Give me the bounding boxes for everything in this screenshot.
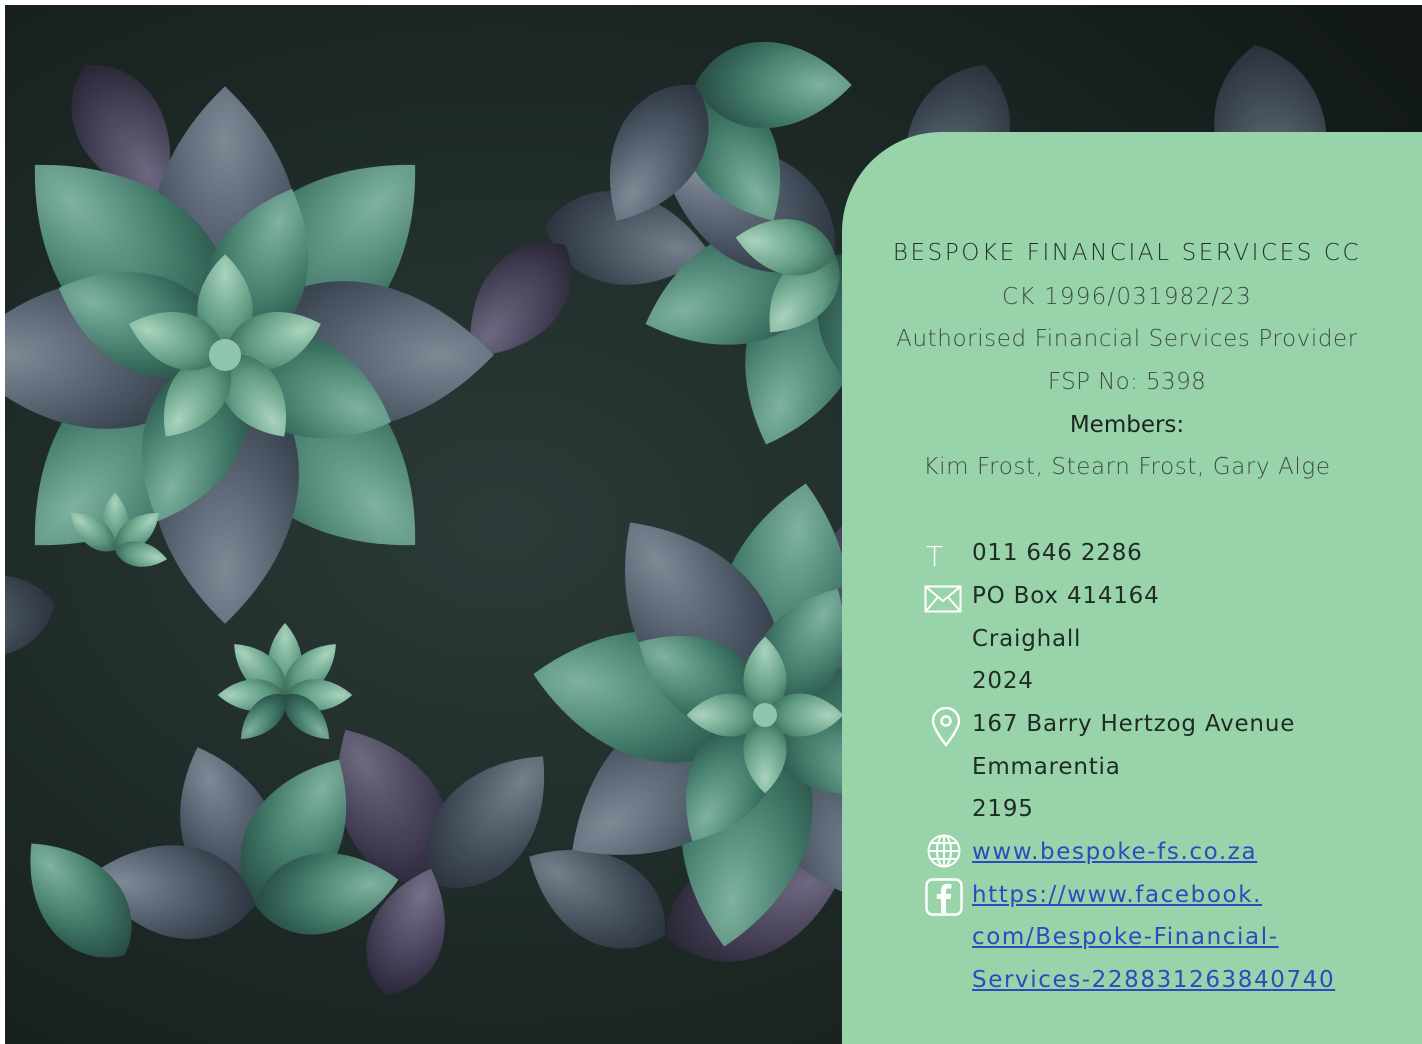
website-link-line: www.bespoke-fs.co.za [972,839,1257,865]
physical-address-line-3: 2195 [972,796,1034,822]
phone-icon: T [926,540,944,573]
mail-envelope-icon [924,585,962,613]
facebook-link-line-3: Services-228831263840740 [972,967,1335,993]
members-heading: Members: [1069,412,1185,438]
facebook-link-part-2[interactable]: com/Bespoke-Financial- [972,924,1279,950]
location-pin-icon [931,707,961,747]
phone-number: 011 646 2286 [972,540,1143,566]
company-description: Authorised Financial Services Provider [896,326,1358,352]
globe-icon [927,834,961,868]
company-name: BESPOKE FINANCIAL SERVICES CC [892,240,1362,266]
fsp-number: FSP No: 5398 [1047,369,1207,395]
registration-number: CK 1996/031982/23 [1002,284,1252,310]
physical-address-line-1: 167 Barry Hertzog Avenue [972,711,1296,737]
facebook-link-line-2: com/Bespoke-Financial- [972,924,1279,950]
members-list: Kim Frost, Stearn Frost, Gary Alge [923,454,1331,480]
postal-address-line-3: 2024 [972,668,1034,694]
facebook-link-part-1[interactable]: https://www.facebook. [972,882,1262,908]
postal-address-line-2: Craighall [972,626,1082,652]
facebook-link-line-1: https://www.facebook. [972,882,1262,908]
facebook-icon [925,878,963,916]
postal-address-line-1: PO Box 414164 [972,583,1160,609]
website-link[interactable]: www.bespoke-fs.co.za [972,839,1257,865]
physical-address-line-2: Emmarentia [972,754,1121,780]
facebook-link-part-3[interactable]: Services-228831263840740 [972,967,1335,993]
